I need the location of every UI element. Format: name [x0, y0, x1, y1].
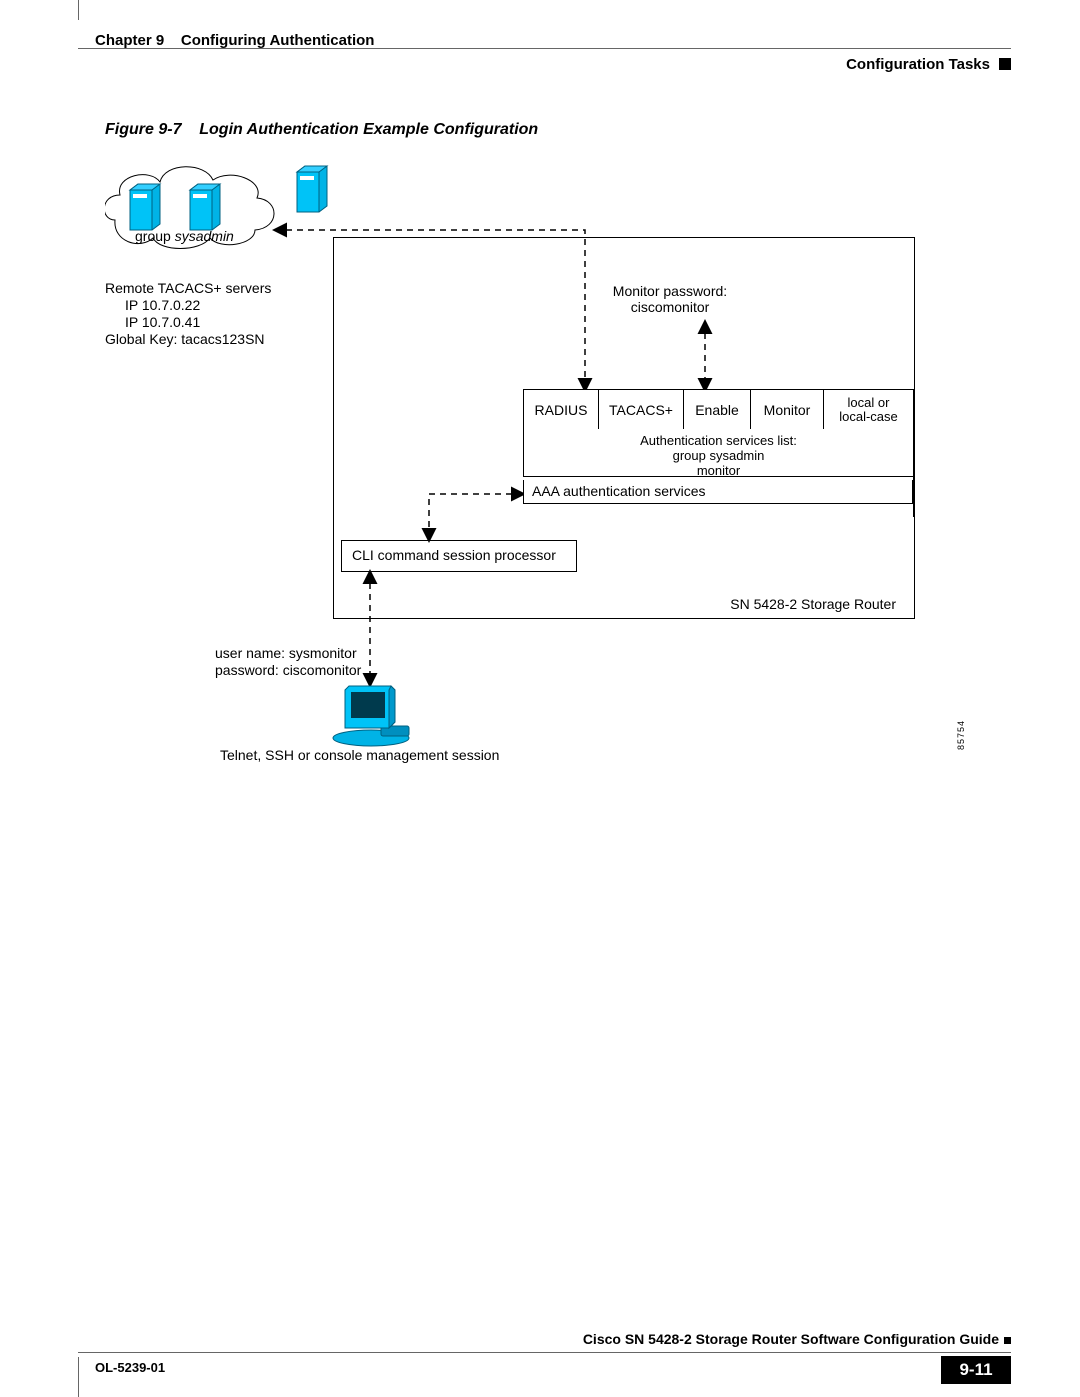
- header-square: [999, 58, 1011, 70]
- user-pass-block: user name: sysmonitor password: ciscomon…: [215, 645, 361, 679]
- header-rule: [78, 48, 1011, 49]
- telnet-label: Telnet, SSH or console management sessio…: [220, 747, 499, 763]
- figure-title: Login Authentication Example Configurati…: [199, 121, 538, 138]
- page-number: 9-11: [941, 1356, 1011, 1384]
- services-row: RADIUS TACACS+ Enable Monitor local or l…: [523, 389, 914, 431]
- service-tacacs: TACACS+: [599, 390, 684, 430]
- chapter-header: Chapter 9 Configuring Authentication: [95, 32, 374, 49]
- crop-mark-top-left: [78, 0, 79, 20]
- figure-id: 85754: [956, 720, 966, 750]
- diagram: group sysadmin Remote TACACS+ servers IP…: [105, 150, 965, 770]
- router-label: SN 5428-2 Storage Router: [730, 596, 896, 612]
- services-right-border: [913, 389, 914, 517]
- page: Chapter 9 Configuring Authentication Con…: [0, 0, 1080, 1397]
- server-icon: [190, 184, 220, 230]
- service-radius: RADIUS: [524, 390, 599, 430]
- service-local: local or local-case: [824, 390, 914, 430]
- crop-mark-bottom-left: [78, 1357, 79, 1397]
- footer-partno: OL-5239-01: [95, 1360, 165, 1375]
- service-monitor: Monitor: [751, 390, 824, 430]
- cli-box: CLI command session processor: [341, 540, 577, 572]
- section-title: Configuration Tasks: [846, 56, 990, 73]
- figure-number: Figure 9-7: [105, 121, 181, 138]
- workstation-icon: [333, 686, 409, 746]
- monitor-password: Monitor password: ciscomonitor: [600, 283, 740, 315]
- footer-rule: [78, 1352, 1011, 1353]
- tacacs-info: Remote TACACS+ servers IP 10.7.0.22 IP 1…: [105, 280, 285, 348]
- server-icon: [130, 184, 160, 230]
- service-enable: Enable: [684, 390, 751, 430]
- aaa-box: AAA authentication services: [523, 480, 913, 504]
- server-icon: [297, 166, 327, 212]
- footer-square: [1004, 1337, 1011, 1344]
- cloud-label: group sysadmin: [135, 228, 234, 244]
- chapter-number: Chapter 9: [95, 32, 164, 49]
- auth-services-list: Authentication services list: group sysa…: [523, 429, 913, 477]
- figure-caption: Figure 9-7 Login Authentication Example …: [105, 121, 538, 139]
- chapter-title: Configuring Authentication: [181, 32, 375, 49]
- footer-title: Cisco SN 5428-2 Storage Router Software …: [583, 1331, 999, 1347]
